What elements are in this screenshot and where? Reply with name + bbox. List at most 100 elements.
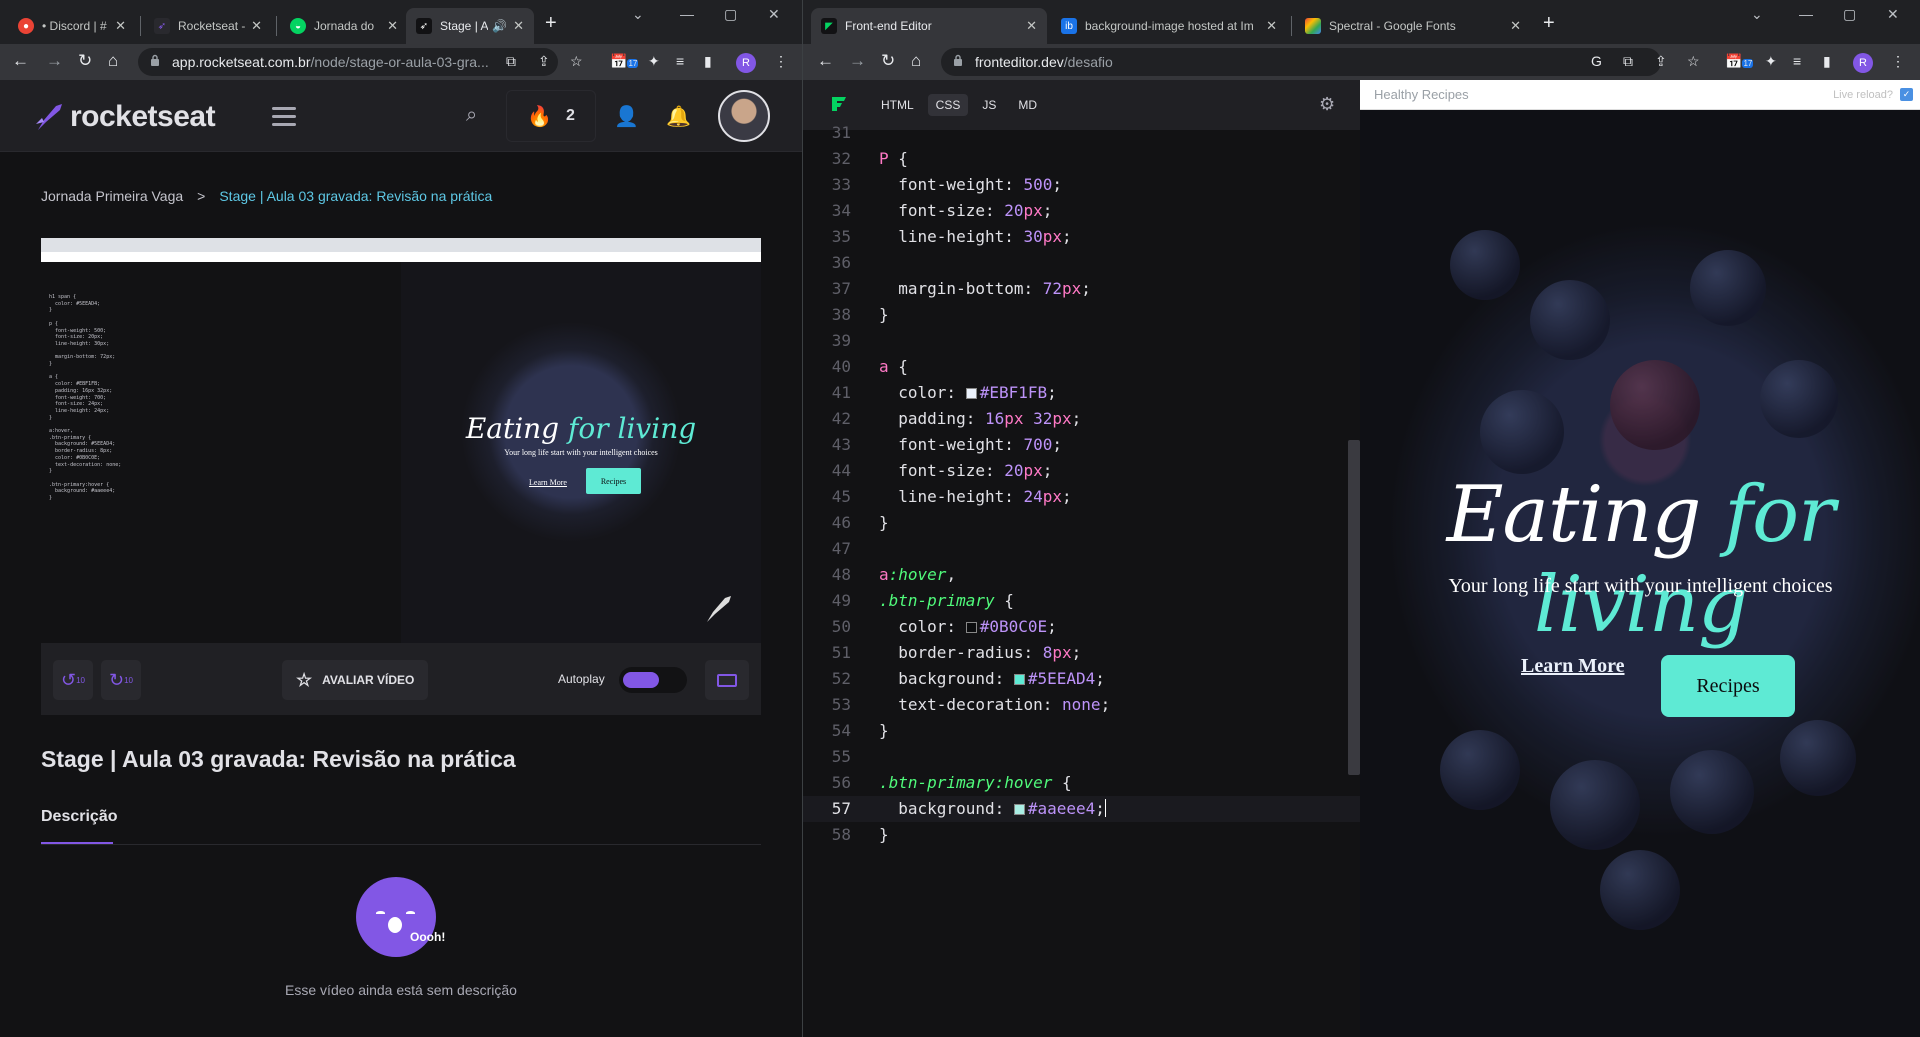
code-line[interactable]: 31	[803, 120, 1360, 146]
profile-avatar[interactable]: R	[1853, 53, 1873, 73]
code-line[interactable]: 53 text-decoration: none;	[803, 692, 1360, 718]
close-tab-icon[interactable]: ✕	[387, 18, 398, 34]
recipes-button[interactable]: Recipes	[1661, 655, 1795, 717]
tab-discord[interactable]: ● • Discord | # ✕	[8, 8, 136, 44]
bookmark-star-icon[interactable]: ☆	[1687, 52, 1700, 70]
code-line[interactable]: 33 font-weight: 500;	[803, 172, 1360, 198]
address-bar[interactable]: app.rocketseat.com.br/node/stage-or-aula…	[138, 48, 558, 76]
breadcrumb-parent[interactable]: Jornada Primeira Vaga	[41, 188, 183, 204]
close-tab-icon[interactable]: ✕	[1026, 18, 1037, 34]
minimize-button[interactable]: —	[1799, 6, 1813, 22]
tab-front-end-editor[interactable]: ◤ Front-end Editor ✕	[811, 8, 1047, 44]
close-tab-icon[interactable]: ✕	[251, 18, 262, 34]
close-tab-icon[interactable]: ✕	[115, 18, 126, 34]
share-icon[interactable]: ⇪	[1655, 52, 1667, 70]
tab-description[interactable]: Descrição	[41, 808, 118, 826]
close-tab-icon[interactable]: ✕	[1266, 18, 1277, 34]
code-line[interactable]: 40 a {	[803, 354, 1360, 380]
code-line[interactable]: 32 P {	[803, 146, 1360, 172]
code-line[interactable]: 58}	[803, 822, 1360, 848]
browser-menu-icon[interactable]: ⋮	[774, 52, 788, 70]
code-line[interactable]: 49 .btn-primary {	[803, 588, 1360, 614]
tab-rocketseat[interactable]: ➶ Rocketseat - ✕	[144, 8, 272, 44]
live-reload-checkbox[interactable]: ✓	[1900, 88, 1913, 101]
learn-more-link[interactable]: Learn More	[1521, 655, 1625, 678]
close-window-button[interactable]: ✕	[768, 6, 780, 23]
side-panel-icon[interactable]: ▮	[1823, 52, 1831, 70]
new-tab-button[interactable]: +	[1543, 12, 1555, 35]
tab-imgbb[interactable]: ib background-image hosted at Im ✕	[1051, 8, 1287, 44]
add-user-icon[interactable]: 👤	[614, 104, 639, 129]
close-window-button[interactable]: ✕	[1887, 6, 1899, 23]
code-line[interactable]: 50 color: #0B0C0E;	[803, 614, 1360, 640]
color-swatch[interactable]	[1013, 804, 1025, 815]
rewind-10-button[interactable]: ↺ 10	[53, 660, 93, 700]
code-line[interactable]: 43 font-weight: 700;	[803, 432, 1360, 458]
editor-scrollbar[interactable]	[1348, 440, 1360, 775]
bell-icon[interactable]: 🔔	[666, 104, 691, 129]
calendar-extension-icon[interactable]: 📅17	[610, 52, 639, 73]
browser-menu-icon[interactable]: ⋮	[1891, 52, 1905, 70]
code-line[interactable]: 37 margin-bottom: 72px;	[803, 276, 1360, 302]
code-line[interactable]: 35 line-height: 30px;	[803, 224, 1360, 250]
code-line[interactable]: 34 font-size: 20px;	[803, 198, 1360, 224]
code-line[interactable]: 39	[803, 328, 1360, 354]
code-line[interactable]: 56 .btn-primary:hover {	[803, 770, 1360, 796]
reload-icon[interactable]: ↻	[881, 51, 895, 71]
speaker-icon[interactable]: 🔊	[492, 19, 507, 33]
side-panel-icon[interactable]: ▮	[704, 52, 712, 70]
media-playlist-icon[interactable]: ≡	[676, 52, 684, 70]
extensions-puzzle-icon[interactable]: ✦	[648, 52, 660, 70]
bookmark-star-icon[interactable]: ☆	[570, 52, 583, 70]
code-line[interactable]: 51 border-radius: 8px;	[803, 640, 1360, 666]
home-icon[interactable]: ⌂	[108, 51, 118, 71]
media-playlist-icon[interactable]: ≡	[1793, 52, 1801, 70]
code-line[interactable]: 48 a:hover,	[803, 562, 1360, 588]
code-line[interactable]: 41 color: #EBF1FB;	[803, 380, 1360, 406]
color-swatch[interactable]	[965, 388, 977, 399]
maximize-button[interactable]: ▢	[724, 6, 737, 23]
theater-mode-button[interactable]	[705, 660, 749, 700]
front-end-editor-logo[interactable]	[831, 96, 847, 112]
back-arrow-icon[interactable]: ←	[12, 51, 29, 71]
code-line[interactable]: 46}	[803, 510, 1360, 536]
code-line[interactable]: 42 padding: 16px 32px;	[803, 406, 1360, 432]
code-line[interactable]: 36	[803, 250, 1360, 276]
breadcrumb-current[interactable]: Stage | Aula 03 gravada: Revisão na prát…	[219, 188, 492, 204]
rate-video-button[interactable]: ☆ AVALIAR VÍDEO	[282, 660, 429, 700]
autoplay-toggle[interactable]	[619, 667, 687, 693]
tab-js[interactable]: JS	[974, 94, 1004, 116]
tab-html[interactable]: HTML	[873, 94, 922, 116]
tab-md[interactable]: MD	[1010, 94, 1045, 116]
code-line[interactable]: 47	[803, 536, 1360, 562]
maximize-button[interactable]: ▢	[1843, 6, 1856, 23]
search-icon[interactable]: ⌕	[466, 104, 477, 127]
back-arrow-icon[interactable]: ←	[817, 51, 834, 71]
forward-arrow-icon[interactable]: →	[46, 51, 63, 71]
rocketseat-logo[interactable]: rocketseat	[32, 100, 216, 134]
code-line[interactable]: 54}	[803, 718, 1360, 744]
css-code-editor[interactable]: 31 32 P {33 font-weight: 500; 34 font-size:…	[803, 123, 1360, 1037]
tab-jornada[interactable]: ◒ Jornada do ✕	[280, 8, 408, 44]
minimize-button[interactable]: —	[680, 6, 694, 22]
close-tab-icon[interactable]: ✕	[1510, 18, 1521, 34]
profile-avatar[interactable]: R	[736, 53, 756, 73]
extensions-puzzle-icon[interactable]: ✦	[1765, 52, 1777, 70]
code-line[interactable]: 55	[803, 744, 1360, 770]
new-tab-button[interactable]: +	[545, 12, 557, 35]
close-tab-icon[interactable]: ✕	[513, 18, 524, 34]
color-swatch[interactable]	[965, 622, 977, 633]
calendar-extension-icon[interactable]: 📅17	[1725, 52, 1754, 73]
tab-stage-active[interactable]: ➶ Stage | A 🔊 ✕	[406, 8, 534, 44]
share-icon[interactable]: ⇪	[538, 52, 550, 70]
video-player[interactable]: h1 span { color: #5EEAD4; } p { font-wei…	[41, 238, 761, 643]
hamburger-menu-icon[interactable]	[272, 107, 296, 131]
translate-icon[interactable]: ⧉	[506, 52, 516, 70]
address-bar[interactable]: fronteditor.dev/desafio	[941, 48, 1661, 76]
code-line[interactable]: 44 font-size: 20px;	[803, 458, 1360, 484]
google-icon[interactable]: G	[1591, 52, 1602, 70]
tab-search-icon[interactable]: ⌄	[1751, 6, 1763, 23]
streak-counter[interactable]: 🔥 2	[506, 90, 596, 142]
settings-gear-icon[interactable]: ⚙	[1319, 94, 1335, 115]
code-line[interactable]: 38}	[803, 302, 1360, 328]
